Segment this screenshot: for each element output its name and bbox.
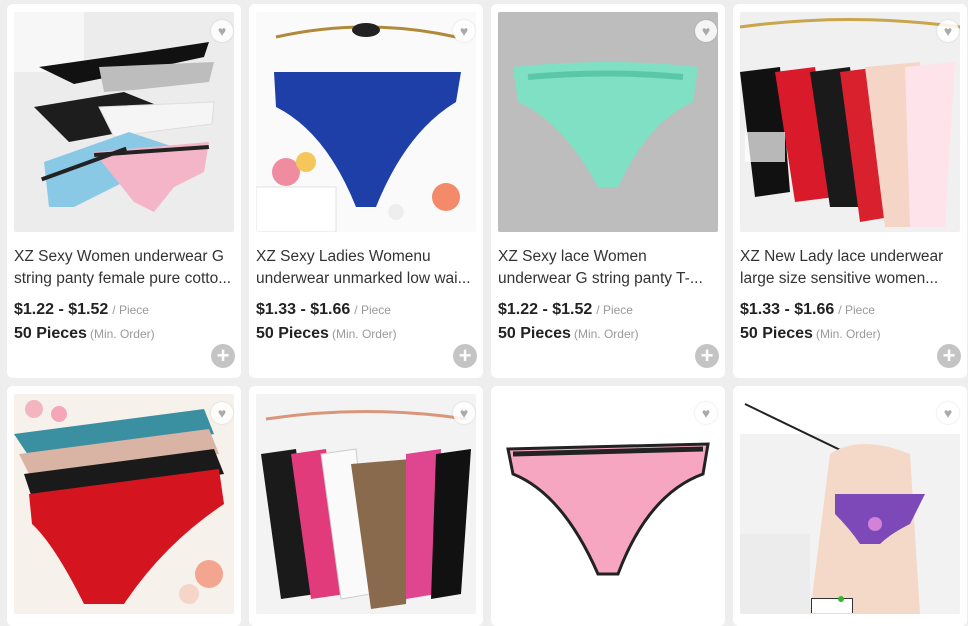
favorite-heart-icon[interactable]: ♥: [453, 20, 475, 42]
favorite-heart-icon[interactable]: ♥: [695, 20, 717, 42]
product-image[interactable]: [498, 12, 718, 232]
favorite-heart-icon[interactable]: ♥: [453, 402, 475, 424]
product-image[interactable]: [14, 12, 234, 232]
favorite-heart-icon[interactable]: ♥: [211, 20, 233, 42]
favorite-heart-icon[interactable]: ♥: [937, 402, 959, 424]
product-price: $1.33 - $1.66/ Piece: [740, 301, 875, 318]
min-order: 50 Pieces (Min. Order): [256, 325, 397, 342]
min-order: 50 Pieces (Min. Order): [14, 325, 155, 342]
min-order: 50 Pieces (Min. Order): [498, 325, 639, 342]
product-card[interactable]: ♥ XZ Sexy Women underwear G string panty…: [7, 4, 241, 378]
product-price: $1.33 - $1.66/ Piece: [256, 301, 391, 318]
product-card[interactable]: ♥: [733, 386, 967, 626]
product-title[interactable]: XZ Sexy Ladies Womenu underwear unmarked…: [256, 246, 476, 290]
product-card[interactable]: ♥: [7, 386, 241, 626]
product-title[interactable]: XZ Sexy Women underwear G string panty f…: [14, 246, 234, 290]
product-image[interactable]: [740, 394, 960, 614]
favorite-heart-icon[interactable]: ♥: [211, 402, 233, 424]
add-plus-icon[interactable]: +: [211, 344, 235, 368]
product-image[interactable]: [740, 12, 960, 232]
product-grid: ♥ XZ Sexy Women underwear G string panty…: [0, 0, 968, 626]
product-title[interactable]: XZ New Lady lace underwear large size se…: [740, 246, 960, 290]
min-order: 50 Pieces (Min. Order): [740, 325, 881, 342]
product-image[interactable]: [14, 394, 234, 614]
product-card[interactable]: ♥ XZ New Lady lace underwear large size …: [733, 4, 967, 378]
add-plus-icon[interactable]: +: [937, 344, 961, 368]
favorite-heart-icon[interactable]: ♥: [937, 20, 959, 42]
product-title[interactable]: XZ Sexy lace Women underwear G string pa…: [498, 246, 718, 290]
online-dot-icon: [838, 596, 844, 602]
product-image[interactable]: [256, 12, 476, 232]
product-card[interactable]: ♥: [249, 386, 483, 626]
add-plus-icon[interactable]: +: [695, 344, 719, 368]
product-card[interactable]: ♥ XZ Sexy Ladies Womenu underwear unmark…: [249, 4, 483, 378]
product-image[interactable]: [498, 394, 718, 614]
favorite-heart-icon[interactable]: ♥: [695, 402, 717, 424]
product-image[interactable]: [256, 394, 476, 614]
product-price: $1.22 - $1.52/ Piece: [498, 301, 633, 318]
product-card[interactable]: ♥: [491, 386, 725, 626]
add-plus-icon[interactable]: +: [453, 344, 477, 368]
product-price: $1.22 - $1.52/ Piece: [14, 301, 149, 318]
product-card[interactable]: ♥ XZ Sexy lace Women underwear G string …: [491, 4, 725, 378]
